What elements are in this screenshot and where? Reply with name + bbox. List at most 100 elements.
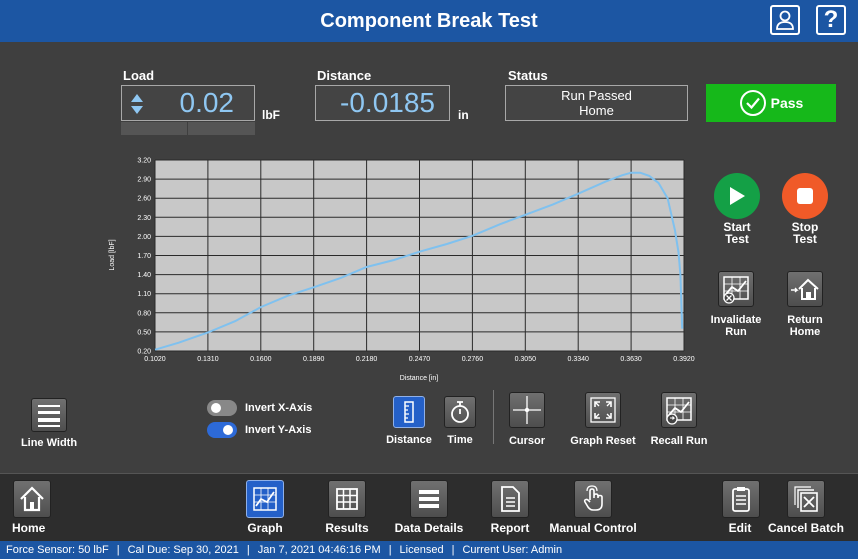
- start-test-label: Start Test: [723, 220, 751, 246]
- cancel-batch-icon: [794, 486, 818, 512]
- toolbar-divider: [493, 390, 494, 444]
- load-spinner-icon[interactable]: [130, 93, 144, 115]
- y-tick-label: 2.90: [137, 177, 151, 184]
- y-tick-label: 0.20: [137, 349, 151, 356]
- invert-y-label: Invert Y-Axis: [245, 424, 312, 436]
- distance-mode-button[interactable]: Distance: [384, 396, 434, 446]
- title-bar: Component Break Test ?: [0, 0, 858, 42]
- distance-unit: in: [458, 108, 469, 122]
- sensor-status: Force Sensor: 50 lbF: [6, 544, 109, 556]
- user-icon: [776, 10, 794, 30]
- nav-graph[interactable]: Graph: [243, 480, 287, 535]
- ruler-icon: [404, 401, 414, 423]
- nav-manual-control[interactable]: Manual Control: [548, 480, 638, 535]
- y-axis-label: Load [lbF]: [109, 239, 116, 270]
- status-line-1: Run Passed: [561, 88, 632, 103]
- return-home-button[interactable]: Return Home: [775, 271, 835, 338]
- stop-test-button[interactable]: [782, 173, 828, 219]
- list-icon: [419, 490, 439, 508]
- stop-icon: [797, 188, 813, 204]
- nav-results[interactable]: Results: [322, 480, 372, 535]
- nav-data-details[interactable]: Data Details: [392, 480, 466, 535]
- invert-y-toggle[interactable]: [207, 422, 237, 438]
- x-tick-label: 0.2760: [462, 356, 484, 363]
- x-tick-label: 0.3340: [567, 356, 589, 363]
- clipboard-icon: [732, 487, 750, 512]
- distance-readout: -0.0185: [315, 85, 450, 121]
- y-tick-label: 0.50: [137, 329, 151, 336]
- recall-chart-icon: [666, 397, 692, 425]
- distance-label: Distance: [317, 68, 372, 83]
- y-tick-label: 1.10: [137, 291, 151, 298]
- y-tick-label: 2.60: [137, 196, 151, 203]
- x-tick-label: 0.3920: [673, 356, 695, 363]
- home-icon: [20, 486, 44, 512]
- y-tick-label: 0.80: [137, 310, 151, 317]
- x-tick-label: 0.2180: [356, 356, 378, 363]
- recall-run-button[interactable]: Recall Run: [647, 392, 711, 447]
- page-title: Component Break Test: [320, 10, 538, 32]
- document-icon: [501, 486, 520, 512]
- x-tick-label: 0.2470: [409, 356, 431, 363]
- x-tick-label: 0.3050: [515, 356, 537, 363]
- stopwatch-icon: [451, 401, 469, 423]
- help-icon: ?: [823, 6, 839, 33]
- y-tick-label: 2.00: [137, 234, 151, 241]
- invert-x-toggle[interactable]: [207, 400, 237, 416]
- start-test-button[interactable]: [714, 173, 760, 219]
- invert-x-toggle-row[interactable]: Invert X-Axis: [207, 400, 312, 416]
- pass-label: Pass: [770, 95, 804, 111]
- load-sub-bar: [121, 122, 255, 135]
- check-circle-icon: [739, 90, 766, 116]
- y-tick-label: 1.40: [137, 272, 151, 279]
- x-tick-label: 0.3630: [620, 356, 642, 363]
- user-status: Current User: Admin: [462, 544, 563, 556]
- bottom-nav: Home Graph Results Data Details Report M…: [0, 473, 858, 541]
- status-box: Run Passed Home: [505, 85, 688, 121]
- nav-report[interactable]: Report: [488, 480, 532, 535]
- y-tick-label: 3.20: [137, 158, 151, 165]
- status-line-2: Home: [579, 103, 614, 118]
- nav-cancel-batch[interactable]: Cancel Batch: [767, 480, 845, 535]
- graph-icon: [253, 487, 277, 511]
- nav-home[interactable]: Home: [12, 480, 52, 535]
- pass-badge: Pass: [706, 84, 836, 122]
- invert-y-toggle-row[interactable]: Invert Y-Axis: [207, 422, 311, 438]
- graph-reset-button[interactable]: Graph Reset: [568, 392, 638, 447]
- invalidate-chart-icon: [723, 276, 749, 304]
- table-icon: [336, 488, 358, 510]
- touch-hand-icon: [583, 485, 603, 511]
- cal-due-status: Cal Due: Sep 30, 2021: [127, 544, 239, 556]
- x-tick-label: 0.1600: [250, 356, 272, 363]
- load-distance-chart[interactable]: 0.1020 0.1310 0.1600 0.1890 0.2180 0.2470 0.27…: [100, 150, 700, 390]
- cursor-button[interactable]: Cursor: [504, 392, 550, 447]
- invert-x-label: Invert X-Axis: [245, 402, 313, 414]
- user-button[interactable]: [770, 5, 800, 35]
- y-tick-label: 2.30: [137, 215, 151, 222]
- x-axis-label: Distance [in]: [400, 375, 439, 382]
- line-width-icon: [38, 405, 60, 427]
- help-button[interactable]: ?: [816, 5, 846, 35]
- x-tick-label: 0.1310: [197, 356, 219, 363]
- x-tick-label: 0.1890: [303, 356, 325, 363]
- load-label: Load: [123, 68, 155, 83]
- time-mode-button[interactable]: Time: [442, 396, 478, 446]
- stop-test-label: Stop Test: [791, 220, 819, 246]
- license-status: Licensed: [399, 544, 444, 556]
- return-home-icon: [791, 278, 819, 300]
- play-icon: [730, 187, 745, 205]
- line-width-button[interactable]: Line Width: [20, 398, 78, 449]
- invalidate-run-button[interactable]: Invalidate Run: [706, 271, 766, 338]
- y-tick-label: 1.70: [137, 253, 151, 260]
- status-bar: Force Sensor: 50 lbF | Cal Due: Sep 30, 20…: [0, 541, 858, 559]
- datetime-status: Jan 7, 2021 04:46:16 PM: [257, 544, 381, 556]
- x-tick-label: 0.1020: [144, 356, 166, 363]
- load-value: 0.02: [179, 87, 235, 118]
- load-unit: lbF: [262, 108, 280, 122]
- expand-icon: [590, 397, 616, 423]
- nav-edit[interactable]: Edit: [722, 480, 760, 535]
- status-label: Status: [508, 68, 548, 83]
- crosshair-icon: [513, 396, 541, 424]
- distance-value: -0.0185: [340, 87, 435, 118]
- load-readout: 0.02: [121, 85, 255, 121]
